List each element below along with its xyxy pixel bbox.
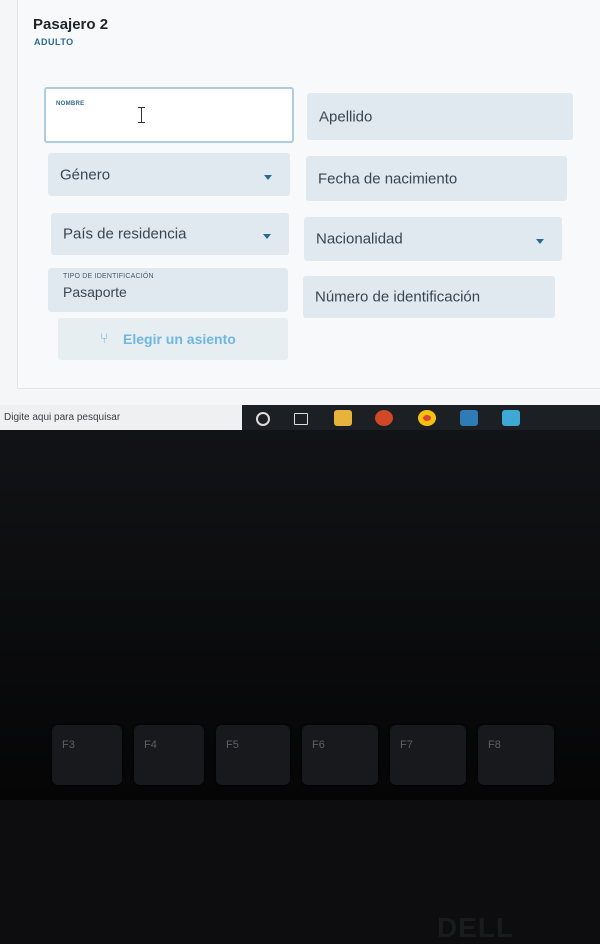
chevron-down-icon (263, 234, 271, 239)
gender-select[interactable]: Género (48, 153, 290, 196)
key-f8[interactable]: F8 (478, 725, 554, 785)
key-f3[interactable]: F3 (52, 725, 122, 785)
key-f5[interactable]: F5 (216, 725, 290, 785)
nationality-placeholder: Nacionalidad (316, 230, 403, 248)
chrome-icon[interactable] (418, 410, 436, 426)
task-view-icon[interactable] (294, 413, 308, 425)
id-type-value: Pasaporte (63, 284, 127, 300)
key-f4[interactable]: F4 (134, 725, 204, 785)
birth-date-input[interactable]: Fecha de nacimiento (306, 156, 567, 201)
nationality-select[interactable]: Nacionalidad (304, 217, 562, 261)
first-name-label: NOMBRE (56, 101, 85, 107)
taskbar-apps (242, 405, 600, 431)
seat-icon: ⑂ (100, 330, 109, 346)
app-icon[interactable] (460, 410, 478, 426)
taskbar: Digite aqui para pesquisar (0, 405, 600, 431)
gender-placeholder: Género (60, 166, 111, 183)
id-number-placeholder: Número de identificación (315, 288, 481, 306)
residence-country-select[interactable]: País de residencia (51, 213, 289, 255)
id-type-select[interactable]: TIPO DE IDENTIFICACIÓN Pasaporte (48, 268, 288, 312)
choose-seat-button[interactable]: ⑂ Elegir un asiento (58, 318, 288, 360)
screen: Pasajero 2 ADULTO NOMBRE Apellido Género… (0, 0, 600, 430)
taskbar-search-input[interactable]: Digite aqui para pesquisar (0, 405, 242, 431)
chevron-down-icon (264, 174, 272, 180)
keyboard-function-row: F3 F4 F5 F6 F7 F8 (0, 725, 600, 800)
taskbar-search-placeholder: Digite aqui para pesquisar (4, 412, 121, 423)
passenger-title: Pasajero 2 (33, 16, 109, 33)
key-f6[interactable]: F6 (302, 725, 378, 785)
choose-seat-label: Elegir un asiento (123, 331, 236, 347)
powerpoint-icon[interactable] (375, 410, 393, 426)
text-cursor-icon (138, 107, 145, 123)
id-type-label: TIPO DE IDENTIFICACIÓN (63, 273, 154, 280)
residence-country-placeholder: País de residencia (63, 225, 187, 243)
key-f7[interactable]: F7 (390, 725, 466, 785)
last-name-placeholder: Apellido (319, 108, 373, 125)
birth-date-placeholder: Fecha de nacimiento (318, 170, 458, 187)
passenger-type: ADULTO (34, 37, 74, 47)
first-name-input[interactable]: NOMBRE (44, 87, 294, 143)
file-explorer-icon[interactable] (334, 410, 352, 426)
last-name-input[interactable]: Apellido (307, 93, 573, 140)
app-icon-2[interactable] (502, 410, 520, 426)
id-number-input[interactable]: Número de identificación (303, 276, 555, 318)
chevron-down-icon (536, 239, 544, 244)
search-circle-icon[interactable] (256, 412, 270, 426)
dell-logo: DELL (437, 912, 515, 943)
